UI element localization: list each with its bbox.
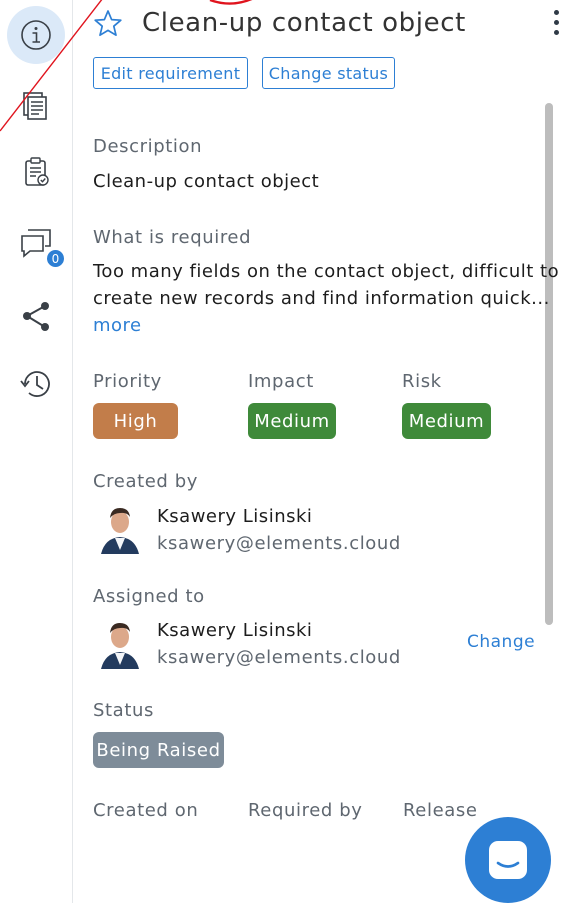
page-title: Clean-up contact object	[142, 8, 466, 38]
info-icon	[21, 20, 51, 50]
assigned-to-email: ksawery@elements.cloud	[157, 647, 401, 668]
created-by-label: Created by	[93, 471, 199, 492]
history-icon	[20, 371, 50, 397]
share-tab[interactable]	[8, 288, 64, 344]
user-photo	[97, 617, 143, 669]
user-photo	[97, 502, 143, 554]
what-required-line-1: Too many fields on the contact object, d…	[93, 261, 560, 282]
documents-tab[interactable]	[8, 78, 64, 134]
description-value: Clean-up contact object	[93, 171, 320, 192]
side-rail: 0	[0, 0, 73, 903]
status-label: Status	[93, 700, 154, 721]
annotation-strokes	[0, 0, 253, 132]
change-status-button[interactable]: Change status	[262, 57, 395, 89]
what-required-line-2: create new records and find information …	[93, 288, 550, 309]
tests-tab[interactable]	[8, 144, 64, 200]
priority-badge: High	[93, 403, 178, 439]
history-tab[interactable]	[8, 356, 64, 412]
impact-badge: Medium	[248, 403, 336, 439]
description-label: Description	[93, 136, 203, 157]
risk-badge: Medium	[402, 403, 491, 439]
assigned-to-name: Ksawery Lisinski	[157, 620, 313, 641]
avatar	[97, 502, 143, 554]
info-tab[interactable]	[7, 6, 65, 64]
requirement-details-panel: 0 Clean-up contact object Edit requireme…	[0, 0, 577, 903]
documents-icon	[23, 92, 47, 120]
status-badge: Being Raised	[93, 732, 224, 768]
created-on-label: Created on	[93, 800, 199, 821]
more-link[interactable]: more	[93, 315, 142, 336]
impact-label: Impact	[248, 371, 314, 392]
risk-label: Risk	[402, 371, 442, 392]
comments-count-badge: 0	[45, 248, 66, 269]
clipboard-check-icon	[25, 157, 49, 186]
created-by-name: Ksawery Lisinski	[157, 506, 313, 527]
release-label: Release	[403, 800, 478, 821]
more-options-icon[interactable]	[548, 10, 564, 40]
scrollbar[interactable]	[545, 103, 553, 625]
avatar	[97, 617, 143, 669]
what-required-label: What is required	[93, 227, 252, 248]
share-icon	[23, 302, 49, 331]
chat-button[interactable]	[465, 817, 551, 903]
assigned-to-label: Assigned to	[93, 586, 205, 607]
created-by-email: ksawery@elements.cloud	[157, 533, 401, 554]
required-by-label: Required by	[248, 800, 363, 821]
edit-requirement-button[interactable]: Edit requirement	[93, 57, 248, 89]
change-assignee-link[interactable]: Change	[467, 632, 535, 652]
priority-label: Priority	[93, 371, 162, 392]
favorite-star-icon[interactable]	[92, 8, 124, 40]
chat-icon	[489, 841, 527, 879]
